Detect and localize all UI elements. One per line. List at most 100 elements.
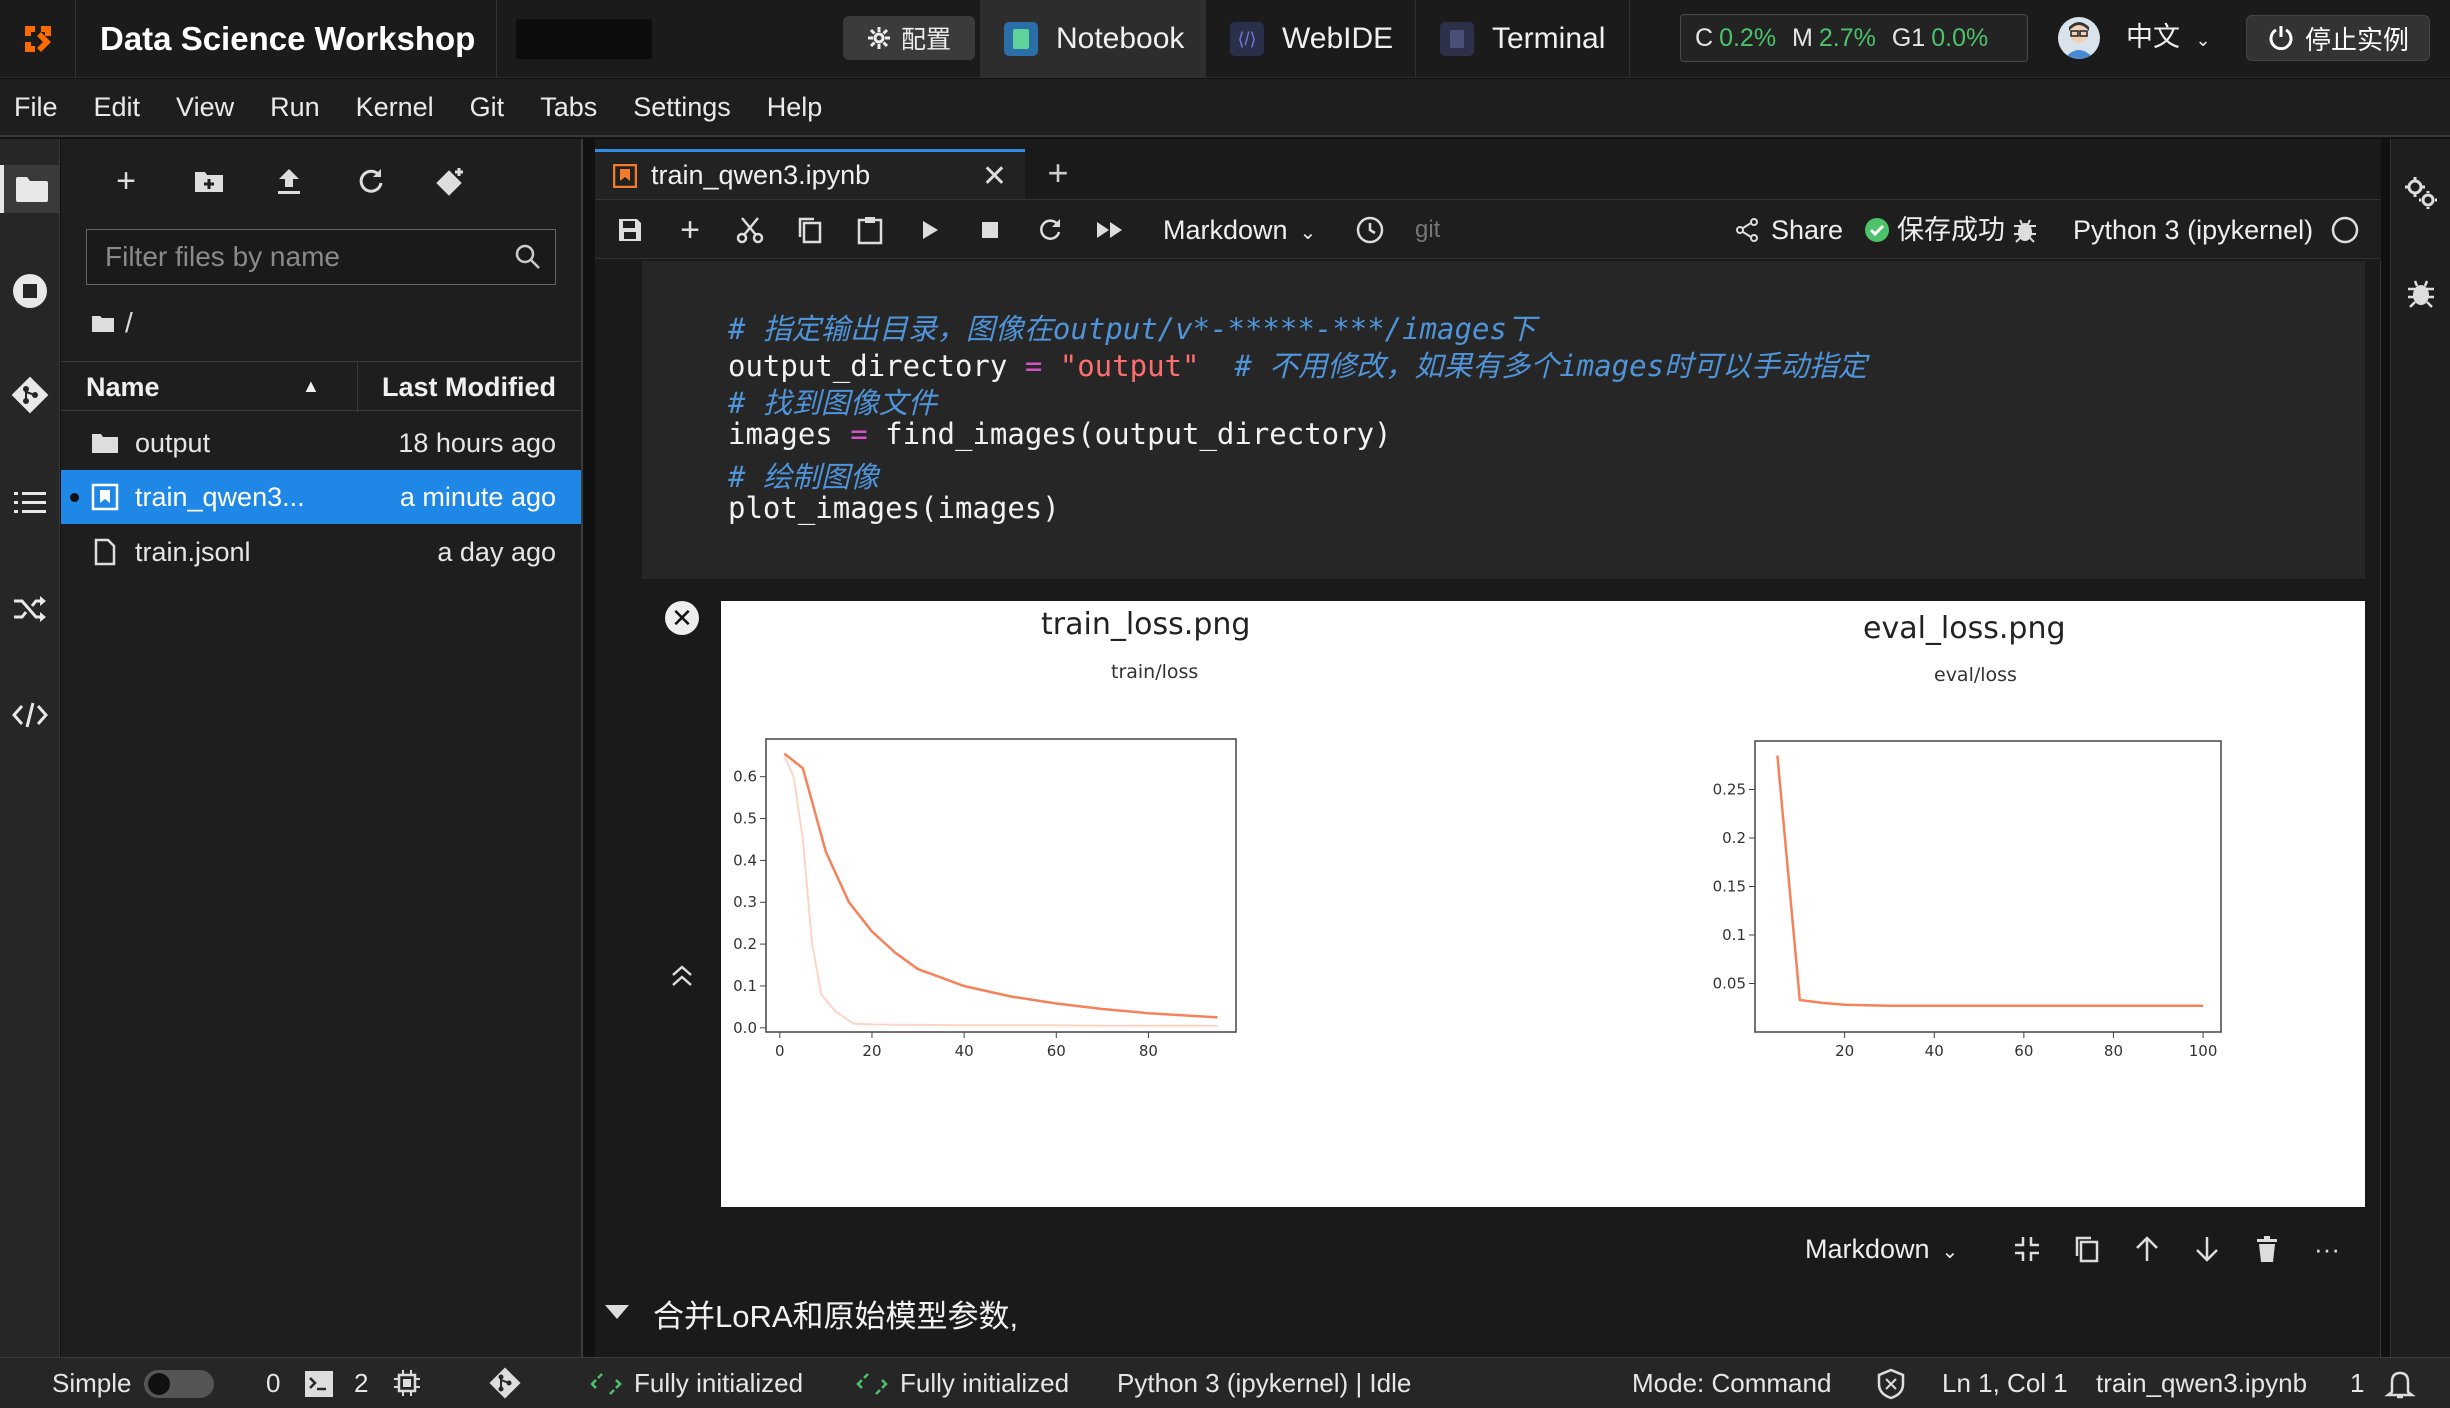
markdown-cell[interactable]: 合并LoRA和原始模型参数, <box>595 1287 2380 1347</box>
duplicate-cell-icon[interactable] <box>2069 1231 2105 1267</box>
cell-type-label: Markdown <box>1805 1234 1930 1264</box>
sort-asc-icon: ▲ <box>302 376 320 396</box>
menu-settings[interactable]: Settings <box>633 92 731 123</box>
y-tick-label: 0.2 <box>733 935 757 953</box>
run-icon[interactable] <box>910 210 950 250</box>
lsp-status[interactable]: Fully initialized <box>900 1358 1069 1408</box>
lsp-icon[interactable] <box>856 1370 888 1398</box>
kernel-name[interactable]: Python 3 (ipykernel) <box>2073 200 2313 260</box>
refresh-icon[interactable] <box>351 161 391 201</box>
list-item[interactable]: train.jsonl a day ago <box>61 525 581 579</box>
fast-forward-icon[interactable] <box>1090 210 1130 250</box>
collapse-heading-icon[interactable] <box>605 1305 629 1319</box>
breadcrumb-root[interactable]: / <box>125 307 133 339</box>
cut-icon[interactable] <box>730 210 770 250</box>
tab-terminal[interactable]: Terminal <box>1416 0 1630 78</box>
kernel-status-icon <box>2325 210 2365 250</box>
cell-type-select[interactable]: Markdown ⌄ <box>1805 1219 1958 1282</box>
code-icon[interactable] <box>6 691 54 739</box>
share-label[interactable]: Share <box>1771 200 1843 260</box>
move-up-icon[interactable] <box>2129 1231 2165 1267</box>
x-tick-label: 60 <box>2014 1042 2033 1060</box>
collapse-output-icon[interactable] <box>667 961 697 991</box>
menu-view[interactable]: View <box>176 92 234 123</box>
tab-webide[interactable]: ⟨/⟩ WebIDE <box>1206 0 1416 78</box>
code-line: output_directory = "output" # 不用修改，如果有多个… <box>728 343 1867 385</box>
debugger-icon[interactable] <box>2397 269 2445 317</box>
code-variable: output_directory <box>728 349 1008 383</box>
menu-help[interactable]: Help <box>767 92 823 123</box>
shield-icon[interactable] <box>1876 1368 1906 1400</box>
git-icon[interactable] <box>6 371 54 419</box>
close-icon[interactable]: ✕ <box>982 159 1007 194</box>
bell-icon[interactable] <box>2384 1368 2416 1400</box>
split-cell-icon[interactable] <box>2009 1231 2045 1267</box>
stop-icon[interactable] <box>970 210 1010 250</box>
kernel-count[interactable]: 2 <box>354 1358 368 1408</box>
eval-loss-chart: 20 40 60 80 100 0.05 0.1 0.15 0.2 0.25 <box>1713 740 2222 1060</box>
cell-type-select[interactable]: Markdown ⌄ <box>1163 200 1316 263</box>
code-call: plot_images(images) <box>728 491 1060 525</box>
lsp-status[interactable]: Fully initialized <box>634 1358 803 1408</box>
notebook-icon <box>1004 22 1038 56</box>
avatar[interactable] <box>2058 17 2100 59</box>
list-item[interactable]: output 18 hours ago <box>61 416 581 470</box>
code-variable: images <box>728 417 833 451</box>
shuffle-icon[interactable] <box>6 585 54 633</box>
restart-icon[interactable] <box>1030 210 1070 250</box>
breadcrumb[interactable]: / <box>91 307 133 339</box>
paste-icon[interactable] <box>850 210 890 250</box>
copy-icon[interactable] <box>790 210 830 250</box>
folder-icon[interactable] <box>0 165 60 213</box>
property-inspector-icon[interactable] <box>2397 169 2445 217</box>
add-tab-button[interactable]: + <box>1035 151 1081 197</box>
x-tick-label: 80 <box>2104 1042 2123 1060</box>
resource-usage[interactable]: C 0.2% M 2.7% G1 0.0% <box>1680 14 2028 62</box>
new-folder-icon[interactable] <box>189 161 229 201</box>
git-clone-icon[interactable] <box>431 161 471 201</box>
folder-icon <box>92 434 118 453</box>
insert-cell-icon[interactable]: + <box>670 210 710 250</box>
list-item-selected[interactable]: train_qwen3... a minute ago <box>61 470 581 524</box>
column-divider[interactable] <box>357 362 358 412</box>
share-icon[interactable] <box>1727 210 1767 250</box>
menu-run[interactable]: Run <box>270 92 320 123</box>
column-last-modified[interactable]: Last Modified <box>382 362 556 412</box>
menu-tabs[interactable]: Tabs <box>540 92 597 123</box>
config-button[interactable]: 配置 <box>843 16 975 60</box>
upload-icon[interactable] <box>269 161 309 201</box>
language-selector[interactable]: 中文 ⌄ <box>2126 0 2211 78</box>
save-icon[interactable] <box>610 210 650 250</box>
debugger-icon[interactable] <box>2005 210 2045 250</box>
stop-instance-button[interactable]: 停止实例 <box>2246 15 2430 61</box>
code-cell[interactable]: # 指定输出目录，图像在output/v*-*****-***/images下 … <box>642 261 2365 579</box>
y-tick-label: 0.5 <box>733 810 757 828</box>
filter-files-input[interactable] <box>105 241 505 273</box>
terminal-count[interactable]: 0 <box>266 1358 280 1408</box>
menu-edit[interactable]: Edit <box>94 92 141 123</box>
notebook-tab[interactable]: train_qwen3.ipynb ✕ <box>595 149 1025 199</box>
chip-icon[interactable] <box>392 1368 422 1398</box>
running-kernels-icon[interactable] <box>6 267 54 315</box>
new-launcher-icon[interactable]: + <box>106 161 146 201</box>
cursor-position[interactable]: Ln 1, Col 1 <box>1942 1358 2068 1408</box>
git-icon[interactable] <box>487 1365 523 1401</box>
clock-icon[interactable] <box>1350 210 1390 250</box>
lsp-icon[interactable] <box>590 1370 622 1398</box>
simple-mode-toggle[interactable] <box>144 1370 214 1398</box>
tab-notebook[interactable]: Notebook <box>980 0 1206 78</box>
filter-files-field[interactable] <box>86 229 556 285</box>
column-name[interactable]: Name <box>86 362 160 412</box>
terminal-icon[interactable] <box>304 1370 334 1398</box>
app-logo[interactable] <box>0 0 76 78</box>
table-of-contents-icon[interactable] <box>6 479 54 527</box>
clear-output-button[interactable]: ✕ <box>665 601 699 635</box>
git-label[interactable]: git <box>1415 200 1440 260</box>
move-down-icon[interactable] <box>2189 1231 2225 1267</box>
menu-kernel[interactable]: Kernel <box>356 92 434 123</box>
menu-git[interactable]: Git <box>470 92 505 123</box>
kernel-status[interactable]: Python 3 (ipykernel) | Idle <box>1117 1358 1411 1408</box>
more-icon[interactable]: ··· <box>2309 1231 2345 1267</box>
delete-cell-icon[interactable] <box>2249 1231 2285 1267</box>
menu-file[interactable]: File <box>14 92 58 123</box>
